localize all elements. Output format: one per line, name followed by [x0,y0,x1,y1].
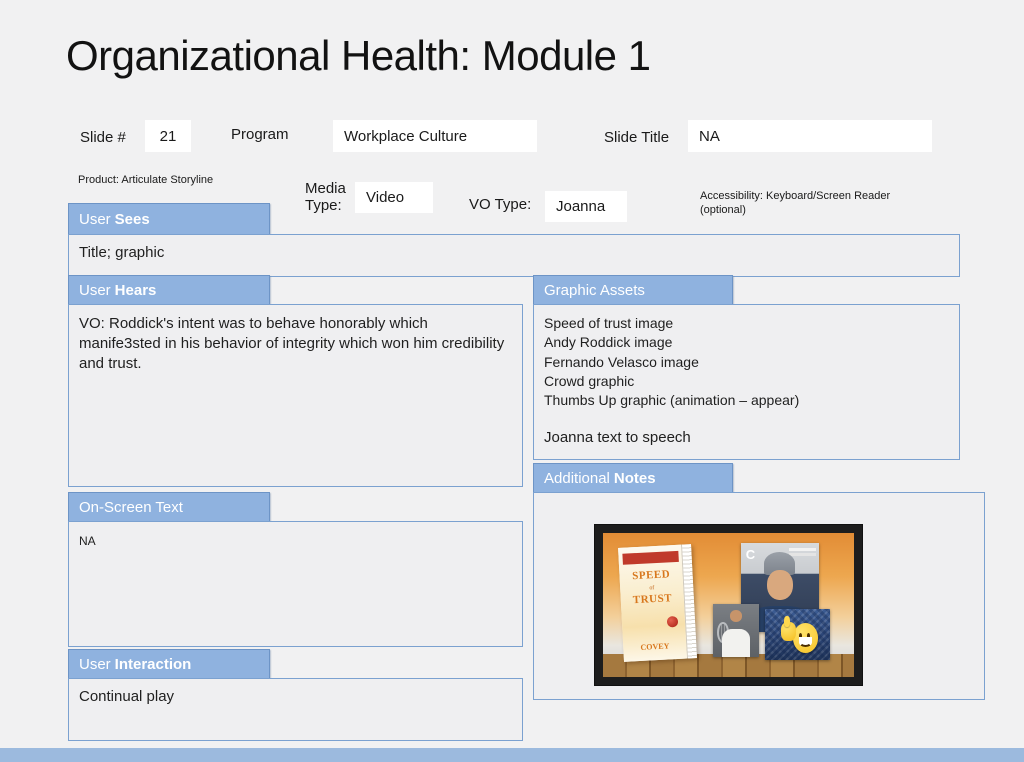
book-red-dot [665,615,678,627]
book-author: COVEY [639,641,670,652]
accessibility-note: Accessibility: Keyboard/Screen Reader (o… [700,190,891,216]
graphic-assets-label: Graphic Assets [544,281,645,299]
program-field[interactable]: Workplace Culture [333,120,537,152]
user-interaction-label: User [79,655,111,673]
slide-number-field[interactable]: 21 [145,120,191,152]
book-title-line1: SPEED [631,568,671,582]
slide-preview-scene: SPEED of TRUST COVEY C [603,533,854,677]
roddick-logo: C [745,546,756,562]
bottom-accent-bar [0,748,1024,762]
graphic-asset-item: Andy Roddick image [544,334,673,351]
roddick-face [766,569,794,601]
user-hears-content[interactable]: VO: Roddick's intent was to behave honor… [68,304,523,487]
fernando-velasco-photo [713,603,759,657]
user-interaction-content[interactable]: Continual play [68,678,523,741]
graphic-asset-footer: Joanna text to speech [544,428,691,446]
thumbs-up-emoji [780,613,819,655]
on-screen-text-header: On-Screen Text [68,492,270,521]
emoji-face [792,622,819,654]
user-hears-header: User Hears [68,275,270,304]
media-type-label: Media Type: [305,180,346,214]
crowd-graphic [764,609,831,660]
product-note: Product: Articulate Storyline [78,174,214,186]
on-screen-text-content[interactable]: NA [68,521,523,647]
page-title: Organizational Health: Module 1 [66,32,651,79]
graphic-assets-content[interactable]: Speed of trust image Andy Roddick image … [533,304,960,460]
graphic-asset-item: Fernando Velasco image [544,353,699,370]
slide-title-field[interactable]: NA [688,120,932,152]
on-screen-text-label: On-Screen Text [79,498,183,516]
vo-type-field[interactable]: Joanna [545,191,627,222]
user-hears-label: User [79,281,111,299]
vo-type-label: VO Type: [469,196,532,213]
slide-title-label: Slide Title [604,129,670,146]
tennis-player-shirt [721,629,751,657]
slide-preview-image: SPEED of TRUST COVEY C [595,525,862,685]
additional-notes-header: Additional Notes [533,463,733,492]
storyboard-page: Organizational Health: Module 1 Slide # … [0,0,1024,762]
program-label: Program [231,126,289,143]
book-title-line3: TRUST [632,591,672,606]
media-type-field[interactable]: Video [355,182,433,213]
book-banner [621,550,678,565]
additional-notes-label: Additional [544,469,610,487]
tennis-player-face [729,609,743,622]
emoji-thumb [783,615,790,627]
speed-of-trust-book: SPEED of TRUST COVEY [617,544,697,662]
graphic-asset-item: Crowd graphic [544,372,635,389]
user-interaction-header: User Interaction [68,649,270,678]
graphic-assets-header: Graphic Assets [533,275,733,304]
graphic-asset-item: Thumbs Up graphic (animation – appear) [544,392,800,409]
user-sees-header: User Sees [68,203,270,234]
roddick-caption-lines [789,548,816,552]
slide-number-label: Slide # [80,129,126,146]
user-sees-content[interactable]: Title; graphic [68,234,960,277]
graphic-asset-item: Speed of trust image [544,315,674,331]
user-sees-label: User [79,210,111,228]
